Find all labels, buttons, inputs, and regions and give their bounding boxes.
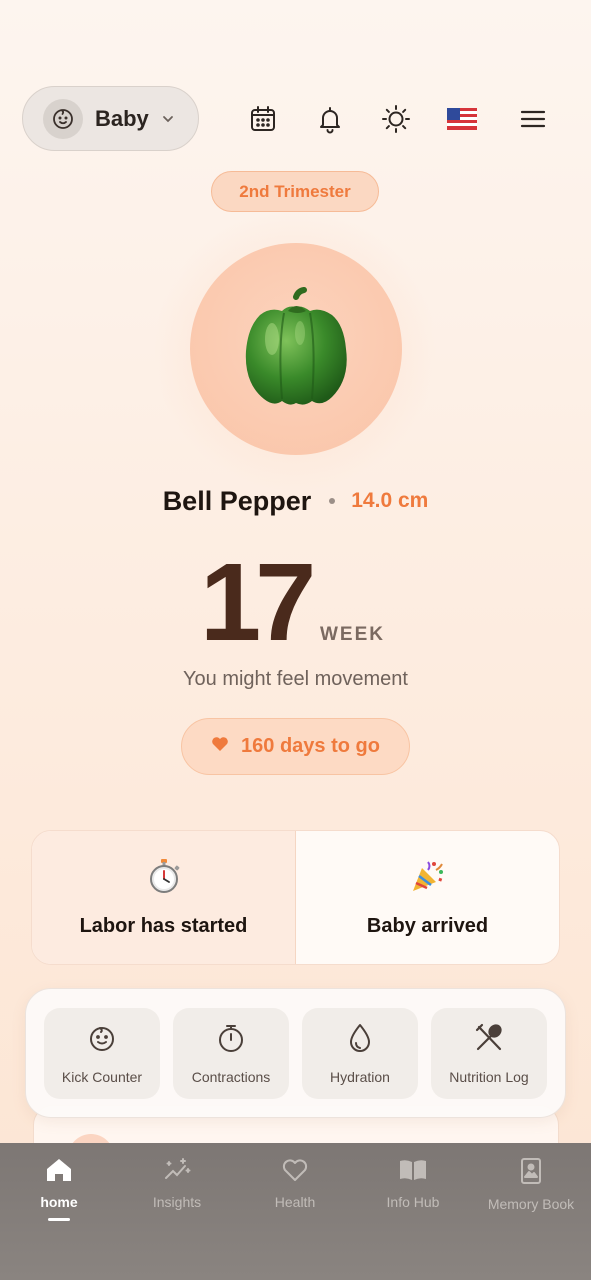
fruit-size: 14.0 cm (351, 489, 429, 512)
birth-events-card: Labor has started Baby arrived (31, 830, 560, 965)
timer-icon (215, 1022, 247, 1059)
nav-item-home[interactable]: home (0, 1157, 118, 1237)
contractions-button[interactable]: Contractions (173, 1008, 289, 1099)
sun-icon[interactable] (376, 99, 416, 139)
nav-home-label: home (40, 1194, 78, 1210)
nav-item-memory-book[interactable]: Memory Book (472, 1157, 590, 1237)
calendar-icon[interactable] (243, 99, 283, 139)
photo-book-icon (519, 1157, 543, 1190)
fruit-comparison: Bell Pepper 14.0 cm (0, 481, 591, 521)
top-bar: Baby (0, 0, 591, 160)
active-indicator (48, 1218, 70, 1221)
sparkle-chart-icon (163, 1157, 191, 1188)
chevron-down-icon (161, 112, 175, 126)
bell-icon[interactable] (310, 99, 350, 139)
contractions-label: Contractions (191, 1069, 271, 1085)
baby-arrived-label: Baby arrived (366, 914, 489, 937)
nav-item-insights[interactable]: Insights (118, 1157, 236, 1237)
trimester-badge: 2nd Trimester (211, 171, 379, 212)
labor-started-label: Labor has started (79, 914, 248, 937)
nav-memory-book-label: Memory Book (487, 1196, 575, 1212)
utensils-icon (473, 1022, 505, 1059)
days-countdown[interactable]: 160 days to go (181, 718, 410, 775)
hydration-button[interactable]: Hydration (302, 1008, 418, 1099)
party-popper-icon (410, 858, 446, 899)
separator-dot (329, 498, 336, 504)
nav-insights-label: Insights (152, 1194, 202, 1210)
quick-actions-panel: Kick Counter Contractions Hydration Nutr… (25, 988, 566, 1118)
baby-selector-label: Baby (95, 105, 149, 131)
hydration-label: Hydration (330, 1069, 390, 1085)
bell-pepper-icon (245, 287, 347, 405)
week-number: 17 (200, 541, 316, 664)
fruit-name: Bell Pepper (162, 485, 312, 516)
nav-item-health[interactable]: Health (236, 1157, 354, 1237)
menu-icon[interactable] (513, 99, 553, 139)
baby-face-icon (43, 98, 83, 139)
home-icon (45, 1157, 73, 1188)
week-label: WEEK (320, 624, 385, 645)
book-icon (398, 1157, 428, 1188)
heart-icon (211, 736, 229, 757)
nav-health-label: Health (274, 1194, 316, 1210)
kick-counter-label: Kick Counter (61, 1069, 143, 1085)
stopwatch-icon (147, 858, 181, 899)
baby-face-icon (86, 1022, 118, 1059)
baby-selector[interactable]: Baby (22, 86, 199, 151)
nav-item-info-hub[interactable]: Info Hub (354, 1157, 472, 1237)
droplet-icon (345, 1022, 375, 1059)
nutrition-log-label: Nutrition Log (449, 1069, 529, 1085)
week-description: You might feel movement (183, 668, 408, 690)
us-flag-icon[interactable] (442, 99, 482, 139)
kick-counter-button[interactable]: Kick Counter (44, 1008, 160, 1099)
nutrition-log-button[interactable]: Nutrition Log (431, 1008, 547, 1099)
days-countdown-label: 160 days to go (241, 735, 380, 757)
fruit-illustration (190, 243, 402, 455)
labor-started-button[interactable]: Labor has started (32, 831, 296, 964)
nav-info-hub-label: Info Hub (386, 1194, 440, 1210)
heart-icon (281, 1157, 309, 1188)
baby-arrived-button[interactable]: Baby arrived (296, 831, 559, 964)
bottom-navigation: home Insights Health Info Hub Memory Boo… (0, 1143, 591, 1280)
